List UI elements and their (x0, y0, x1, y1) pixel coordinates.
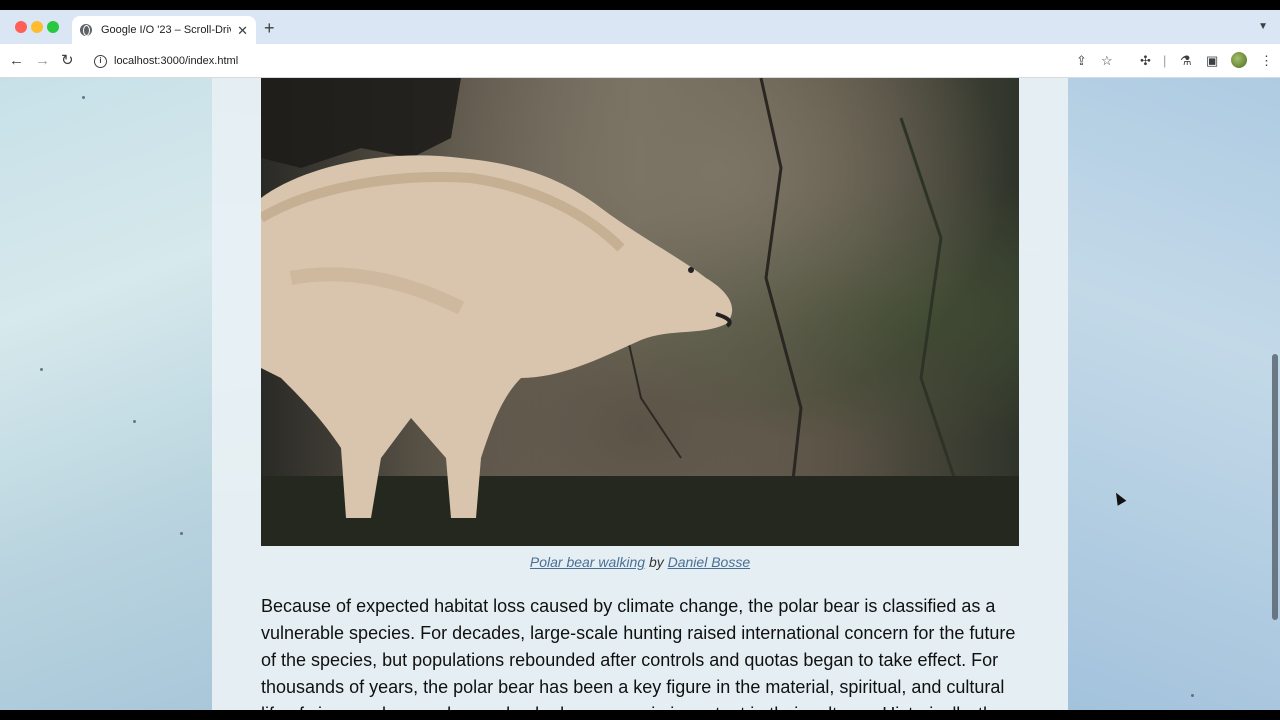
article-column: Polar bear walking by Daniel Bosse Becau… (212, 78, 1068, 710)
forward-icon[interactable]: → (35, 51, 50, 71)
tab-title: Google I/O '23 – Scroll-Driven (101, 24, 231, 36)
photo-caption: Polar bear walking by Daniel Bosse (261, 554, 1019, 570)
globe-icon (80, 24, 92, 36)
toolbar-divider: | (1163, 53, 1167, 68)
ice-speck (180, 532, 183, 535)
minimize-window-button[interactable] (31, 21, 43, 33)
toolbar: ← → ↻ i localhost:3000/index.html ⇪ ☆ ✣ … (0, 44, 1280, 78)
tab-active[interactable]: Google I/O '23 – Scroll-Driven ✕ (72, 16, 256, 44)
back-icon[interactable]: ← (9, 51, 24, 71)
ice-speck (1191, 694, 1194, 697)
page-viewport: Polar bear walking by Daniel Bosse Becau… (0, 78, 1280, 710)
ice-speck (40, 368, 43, 371)
url-text[interactable]: localhost:3000/index.html (114, 55, 238, 67)
menu-icon[interactable]: ⋮ (1260, 53, 1273, 69)
address-bar[interactable]: i localhost:3000/index.html (86, 48, 1126, 74)
tab-strip: Google I/O '23 – Scroll-Driven ✕ + ▼ (0, 10, 1280, 44)
share-icon[interactable]: ⇪ (1076, 53, 1087, 69)
close-window-button[interactable] (15, 21, 27, 33)
reload-icon[interactable]: ↻ (61, 51, 74, 71)
ice-background-right (1068, 78, 1280, 710)
browser-window: Google I/O '23 – Scroll-Driven ✕ + ▼ ← →… (0, 10, 1280, 710)
zoom-window-button[interactable] (47, 21, 59, 33)
caption-author-link[interactable]: Daniel Bosse (668, 554, 751, 570)
labs-icon[interactable]: ⚗ (1180, 53, 1192, 69)
scrollbar-thumb[interactable] (1272, 354, 1278, 620)
plus-icon[interactable]: + (264, 19, 275, 37)
caption-by: by (648, 554, 664, 570)
extensions-icon[interactable]: ✣ (1140, 53, 1151, 69)
caption-photo-link[interactable]: Polar bear walking (530, 554, 645, 570)
polar-bear-photo (261, 78, 1019, 546)
sidepanel-icon[interactable]: ▣ (1206, 53, 1218, 69)
article-paragraph: Because of expected habitat loss caused … (261, 596, 1016, 710)
info-icon[interactable]: i (94, 54, 107, 68)
close-icon[interactable]: ✕ (237, 24, 248, 37)
ice-speck (82, 96, 85, 99)
tab-search-chevron-icon[interactable]: ▼ (1258, 21, 1268, 32)
ice-background-left (0, 78, 212, 710)
ice-speck (133, 420, 136, 423)
avatar[interactable] (1231, 52, 1247, 68)
star-icon[interactable]: ☆ (1101, 53, 1113, 69)
